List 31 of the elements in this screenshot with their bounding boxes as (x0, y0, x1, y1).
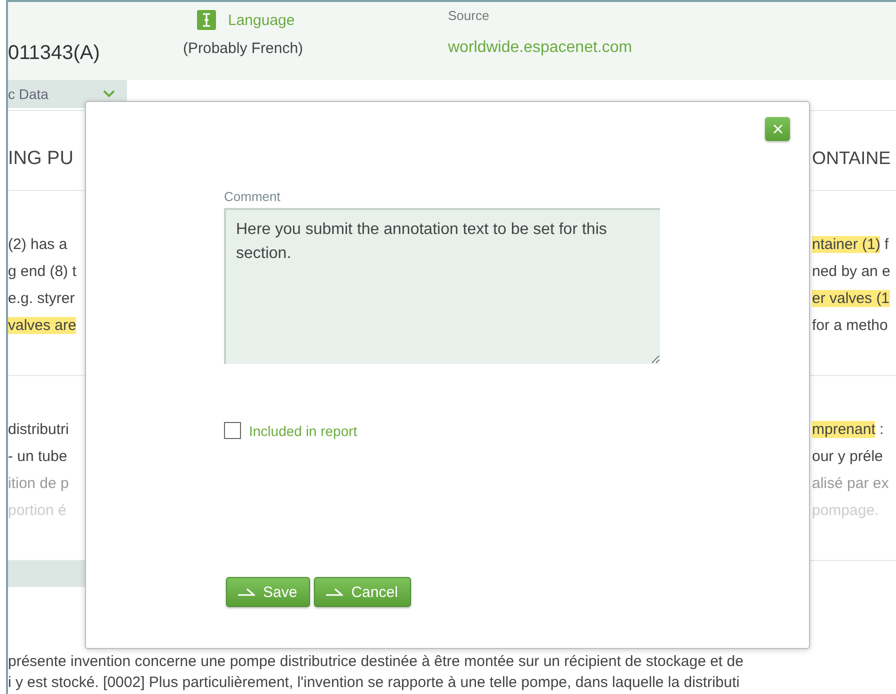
text-cursor-icon (197, 10, 216, 30)
section-tab[interactable]: c Data (8, 80, 127, 108)
language-value: (Probably French) (183, 40, 304, 57)
text-line: ition de p (8, 474, 69, 494)
source-label: Source (448, 8, 490, 23)
close-icon (772, 124, 782, 134)
text-line: ned by an e (812, 262, 892, 282)
text-line: i y est stocké. [0002] Plus particulièrement, l'invention se rapporte à une telle pompe, dans laquelle la distributi (8, 673, 741, 692)
checkbox-label: Included in report (249, 422, 358, 438)
source-link[interactable]: worldwide.espacenet.com (448, 39, 632, 57)
dialog-button[interactable]: Cancel (314, 577, 411, 607)
text-line: présente invention concerne une pompe distributrice destinée à être montée sur un récipient de stockage et de (8, 652, 744, 671)
text-line: e.g. styrer (8, 289, 76, 309)
text-line: (2) has a (8, 235, 68, 255)
comment-label: Comment (224, 189, 280, 204)
comment-field[interactable]: Here you submit the annotation text to be set for this section. (224, 208, 660, 364)
text-line: ntainer (1) f (812, 235, 890, 255)
text-line: - un tube (8, 447, 68, 467)
dialog-button[interactable]: Save (226, 577, 310, 607)
text-line: alisé par ex (812, 474, 890, 494)
section-title: ONTAINE (812, 148, 892, 169)
section-title: ING PU (8, 148, 74, 170)
text-line: our y préle (812, 447, 884, 467)
document-number: 011343(A) (8, 42, 101, 66)
checkbox[interactable] (224, 422, 241, 439)
language-label: Language (228, 12, 295, 28)
chevron-down-icon (103, 90, 115, 98)
text-line: for a metho (812, 316, 889, 336)
close-button[interactable] (765, 117, 790, 141)
text-line: distributri (8, 420, 69, 440)
text-line: g end (8) t (8, 262, 76, 282)
